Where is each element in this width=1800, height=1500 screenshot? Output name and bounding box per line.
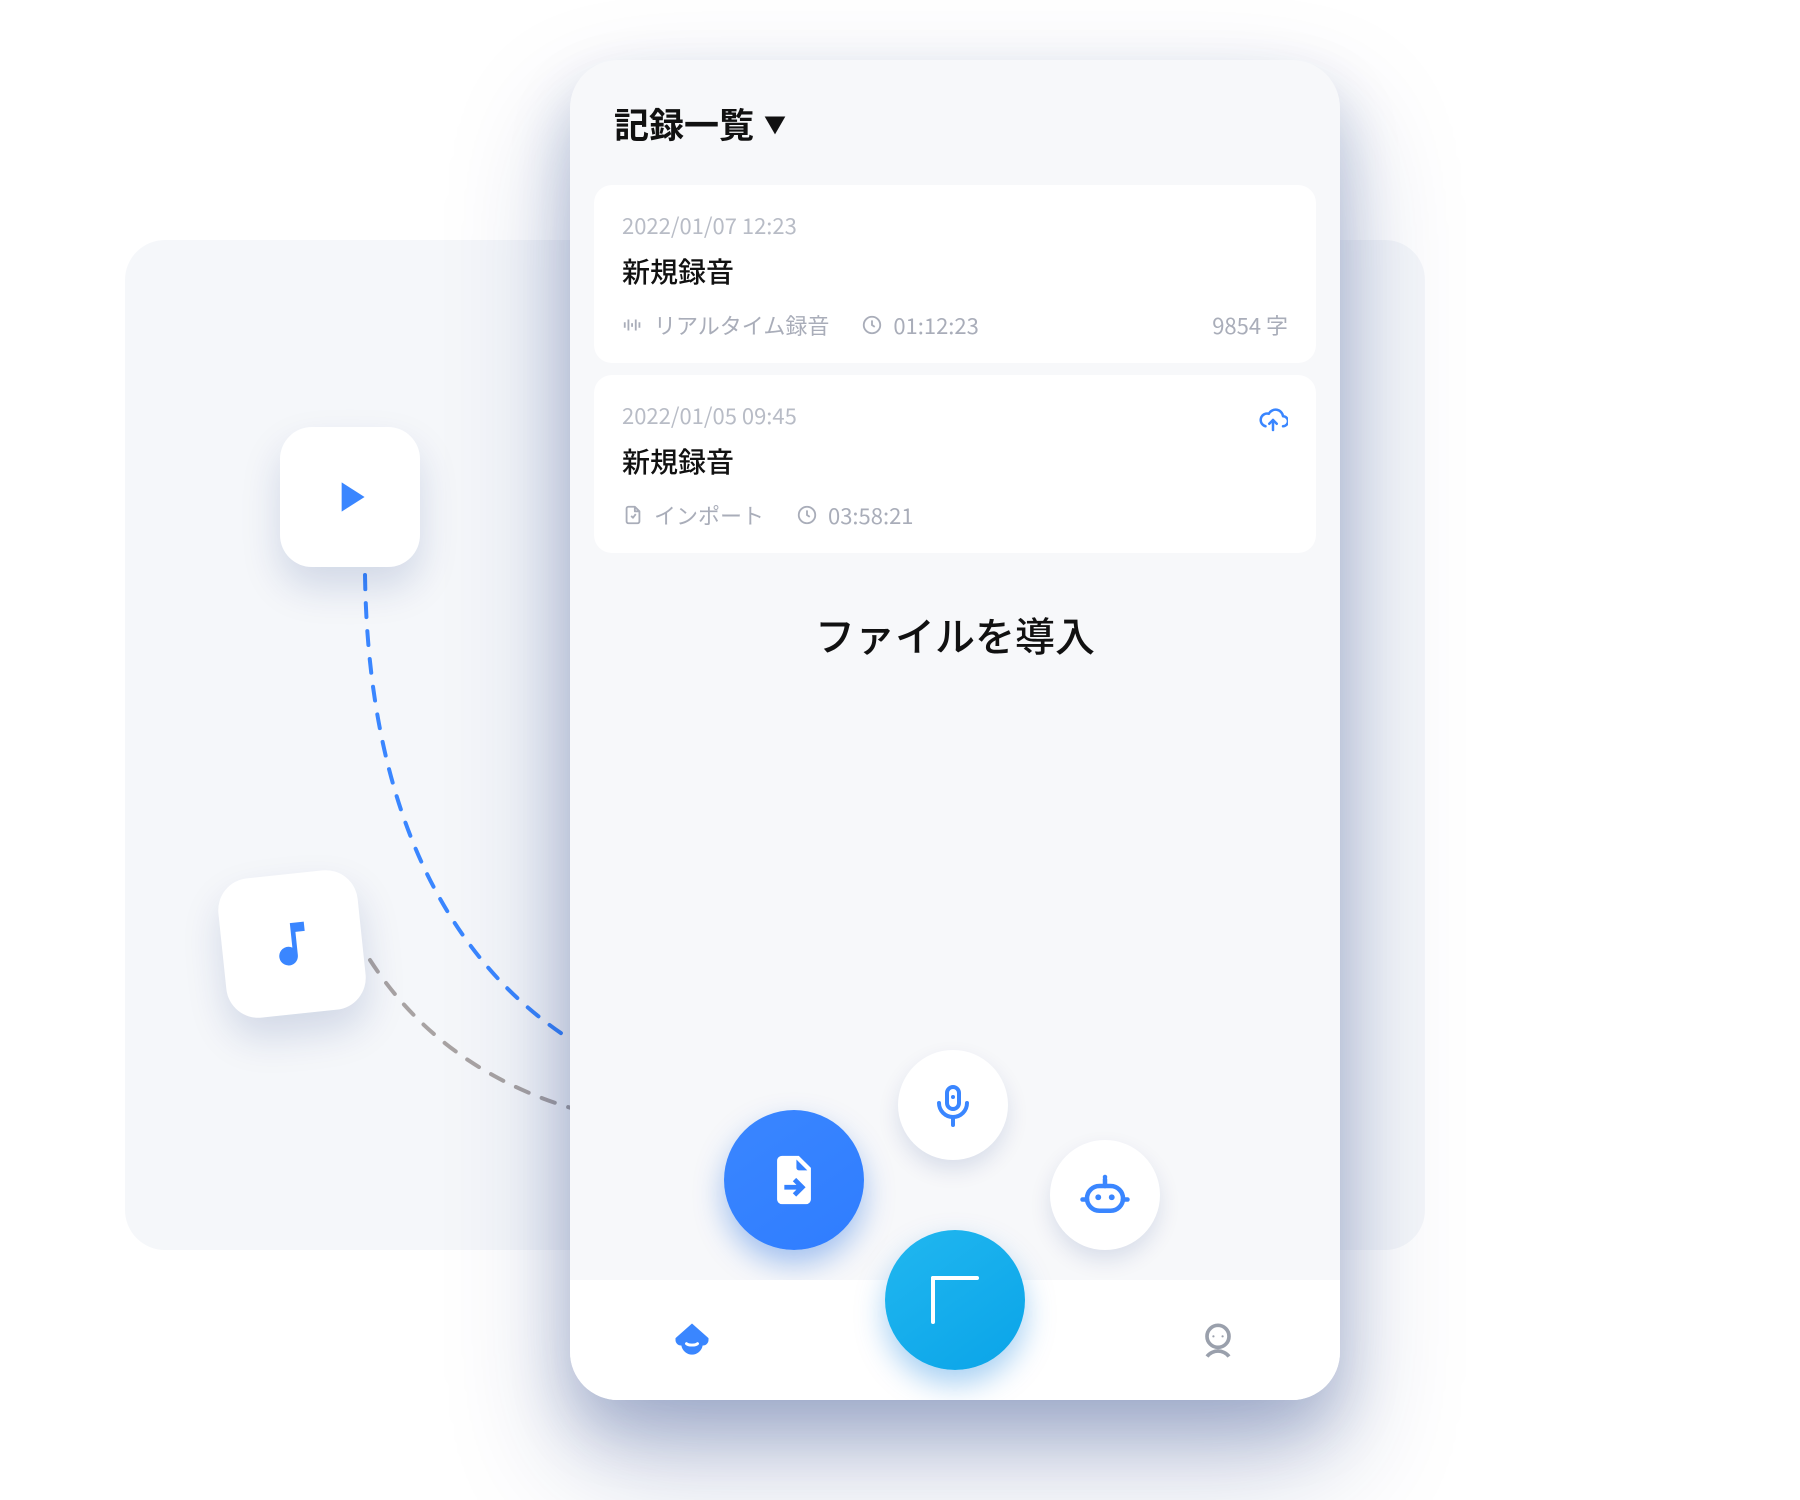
nav-home[interactable] (670, 1318, 714, 1362)
clock-icon (861, 314, 883, 336)
records-dropdown[interactable]: 記録一覧 ▼ (570, 60, 1340, 173)
caret-down-icon: ▼ (764, 108, 786, 140)
plus-icon (931, 1276, 979, 1324)
import-section-title: ファイルを導入 (570, 605, 1340, 663)
recording-duration: 01:12:23 (893, 309, 979, 341)
recording-duration: 03:58:21 (828, 499, 914, 531)
play-tile[interactable] (280, 427, 420, 567)
recording-title: 新規録音 (622, 441, 1288, 481)
play-icon (325, 472, 375, 522)
recording-meta: リアルタイム録音 01:12:23 9854 字 (622, 309, 1288, 341)
file-arrow-icon (765, 1151, 823, 1209)
recording-title: 新規録音 (622, 251, 1288, 291)
page-title: 記録一覧 (614, 98, 754, 149)
recording-meta: インポート 03:58:21 (622, 499, 1288, 531)
recording-chars: 9854 字 (1212, 309, 1288, 341)
fab-stage (570, 980, 1340, 1400)
phone-mock: 記録一覧 ▼ 2022/01/07 12:23 新規録音 リアルタイム録音 01… (570, 60, 1340, 1400)
clock-icon (796, 504, 818, 526)
waveform-icon (622, 314, 644, 336)
music-tile[interactable] (215, 867, 369, 1021)
profile-icon (1196, 1318, 1240, 1362)
recording-card[interactable]: 2022/01/07 12:23 新規録音 リアルタイム録音 01:12:23 … (594, 185, 1316, 363)
recording-date: 2022/01/05 09:45 (622, 399, 797, 431)
recording-date: 2022/01/07 12:23 (622, 209, 1288, 241)
recording-card[interactable]: 2022/01/05 09:45 新規録音 インポート 03:58:21 (594, 375, 1316, 553)
record-button[interactable] (898, 1050, 1008, 1160)
home-icon (670, 1318, 714, 1362)
cloud-upload-icon[interactable] (1258, 405, 1288, 435)
import-file-button[interactable] (724, 1110, 864, 1250)
assistant-button[interactable] (1050, 1140, 1160, 1250)
robot-icon (1078, 1168, 1132, 1222)
add-fab[interactable] (885, 1230, 1025, 1370)
recording-source: インポート (654, 499, 764, 531)
nav-profile[interactable] (1196, 1318, 1240, 1362)
recording-source: リアルタイム録音 (654, 309, 829, 341)
file-import-icon (622, 504, 644, 526)
microphone-icon (929, 1081, 977, 1129)
music-note-icon (261, 913, 323, 975)
